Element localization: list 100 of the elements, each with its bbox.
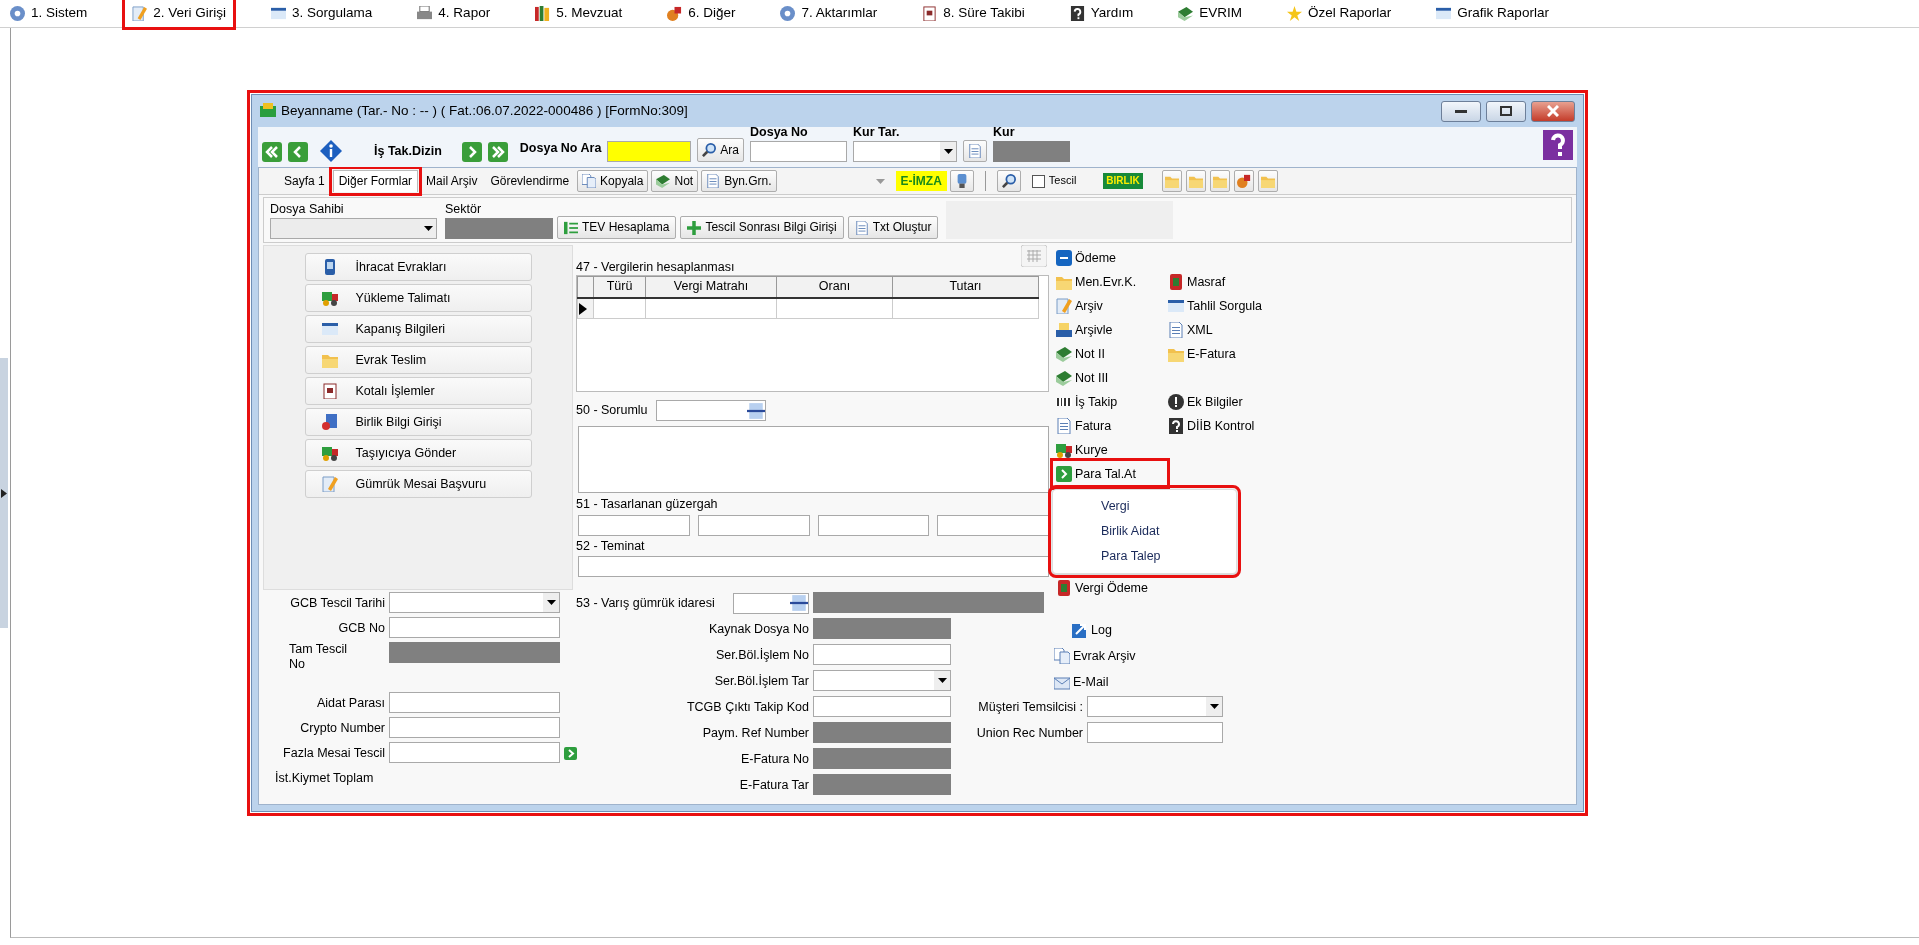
action-link[interactable]: Arşivle — [1054, 318, 1166, 342]
input-field[interactable] — [578, 515, 690, 536]
first-button[interactable] — [262, 142, 282, 162]
minimize-button[interactable] — [1441, 100, 1481, 122]
menu-item[interactable]: 4. Rapor — [411, 1, 497, 26]
input-field[interactable] — [389, 617, 560, 638]
calendar-button[interactable] — [963, 140, 988, 162]
tab[interactable]: Sayfa 1 — [279, 170, 330, 192]
menu-item[interactable]: 2. Veri Girişi — [126, 1, 233, 26]
form-button[interactable]: Evrak Teslim — [304, 346, 532, 374]
input-field[interactable] — [578, 556, 1049, 577]
action-link[interactable]: Fatura — [1054, 414, 1166, 438]
post-registration-button[interactable]: Tescil Sonrası Bilgi Girişi — [680, 216, 844, 239]
action-link[interactable]: Evrak Arşiv — [1052, 644, 1164, 668]
field-label: İst.Kiymet Toplam — [274, 770, 375, 786]
action-link[interactable]: Kurye — [1054, 438, 1166, 462]
lookup-field[interactable] — [733, 592, 809, 614]
star-icon — [1287, 6, 1303, 21]
tab[interactable]: Mail Arşiv — [421, 170, 483, 192]
menu-item[interactable]: 3. Sorgulama — [265, 1, 379, 26]
window-icon — [1168, 298, 1184, 314]
gear-icon — [780, 6, 796, 21]
search-button[interactable]: Ara — [697, 138, 745, 162]
note-button[interactable]: Not — [651, 170, 699, 192]
e-signature-button[interactable]: E-İMZA — [895, 170, 947, 192]
menu-item[interactable]: EVRIM — [1172, 1, 1249, 26]
menu-item[interactable]: Vergi — [1053, 494, 1236, 519]
input-field[interactable] — [750, 141, 848, 162]
info-button[interactable] — [320, 140, 342, 162]
input-field[interactable] — [389, 742, 560, 763]
minus-icon — [1056, 250, 1072, 266]
action-link[interactable]: Vergi Ödeme — [1054, 580, 1166, 596]
action-link[interactable]: E-Fatura — [1166, 342, 1278, 366]
input-field[interactable] — [607, 141, 692, 162]
calculator-button[interactable] — [1021, 245, 1047, 267]
action-link[interactable]: Not II — [1054, 342, 1166, 366]
maximize-button[interactable] — [1486, 100, 1526, 122]
menu-item[interactable]: 7. Aktarımlar — [774, 1, 884, 26]
action-link[interactable]: DİİB Kontrol — [1166, 414, 1278, 438]
action-link[interactable]: Tahlil Sorgula — [1166, 294, 1278, 318]
document-button[interactable]: Byn.Grn. — [701, 170, 777, 192]
menu-item[interactable]: Özel Raporlar — [1281, 1, 1398, 26]
tab[interactable]: Görevlendirme — [485, 170, 575, 192]
menu-item[interactable]: 6. Diğer — [661, 1, 742, 26]
form-button[interactable]: Taşıyıcıya Gönder — [304, 439, 532, 467]
action-link[interactable]: Para Tal.At — [1054, 462, 1166, 486]
side-grip[interactable] — [0, 358, 8, 628]
form-button[interactable]: Gümrük Mesai Başvuru — [304, 470, 532, 498]
lookup-field[interactable] — [655, 400, 766, 421]
input-field[interactable] — [813, 696, 951, 717]
last-button[interactable] — [487, 142, 508, 162]
close-button[interactable] — [1531, 100, 1575, 122]
dropdown-field[interactable] — [1087, 696, 1223, 717]
input-field[interactable] — [697, 515, 810, 536]
dropdown-field[interactable] — [389, 592, 560, 613]
form-button[interactable]: Yükleme Talimatı — [304, 284, 532, 312]
registration-checkbox[interactable]: Tescil — [1031, 174, 1077, 188]
input-field[interactable] — [813, 644, 951, 665]
input-field[interactable] — [389, 692, 560, 713]
action-link[interactable]: Masraf — [1166, 270, 1278, 294]
form-button[interactable]: Birlik Bilgi Girişi — [304, 408, 532, 436]
input-field[interactable] — [1087, 722, 1223, 743]
menu-item[interactable]: Grafik Raporlar — [1430, 1, 1555, 26]
device-button[interactable] — [949, 170, 974, 192]
sector-label: Sektör — [445, 202, 483, 217]
action-link[interactable]: Ödeme — [1054, 246, 1166, 270]
next-button[interactable] — [461, 142, 482, 162]
folder-button[interactable] — [1233, 170, 1254, 192]
search-document-button[interactable] — [996, 170, 1021, 192]
input-field[interactable] — [817, 515, 930, 536]
dropdown-field[interactable] — [853, 141, 958, 162]
menu-item[interactable]: 5. Mevzuat — [529, 1, 629, 26]
input-field[interactable] — [937, 515, 1049, 536]
help-button[interactable] — [1543, 130, 1573, 160]
action-link[interactable]: E-Mail — [1052, 670, 1164, 694]
menu-item[interactable]: 1. Sistem — [4, 1, 94, 26]
action-link[interactable]: İş Takip — [1054, 390, 1166, 414]
action-link[interactable]: Men.Evr.K. — [1054, 270, 1166, 294]
action-link[interactable]: Log — [1070, 618, 1182, 642]
menu-item[interactable]: Para Talep — [1053, 544, 1236, 569]
form-button[interactable]: Kapanış Bilgileri — [304, 315, 532, 343]
menu-item[interactable]: Yardım — [1063, 1, 1140, 26]
action-link[interactable]: XML — [1166, 318, 1278, 342]
form-button[interactable]: İhracat Evrakları — [304, 253, 532, 281]
lookup-icon — [746, 401, 765, 420]
action-link[interactable]: Arşiv — [1054, 294, 1166, 318]
input-field[interactable] — [389, 717, 560, 738]
previous-button[interactable] — [288, 142, 308, 162]
menu-item[interactable]: 8. Süre Takibi — [916, 1, 1031, 26]
menu-item[interactable]: Birlik Aidat — [1053, 519, 1236, 544]
text-export-button[interactable]: Txt Oluştur — [847, 216, 939, 239]
calculation-button[interactable]: TEV Hesaplama — [557, 216, 677, 239]
copy-button[interactable]: Kopyala — [577, 170, 649, 192]
next-button[interactable] — [564, 746, 577, 760]
text-area[interactable] — [578, 426, 1049, 493]
dropdown-field[interactable] — [813, 670, 951, 691]
action-link[interactable]: Not III — [1054, 366, 1166, 390]
field-label: E-Fatura Tar — [738, 777, 809, 793]
form-button[interactable]: Kotalı İşlemler — [304, 377, 532, 405]
action-link[interactable]: Ek Bilgiler — [1166, 390, 1278, 414]
